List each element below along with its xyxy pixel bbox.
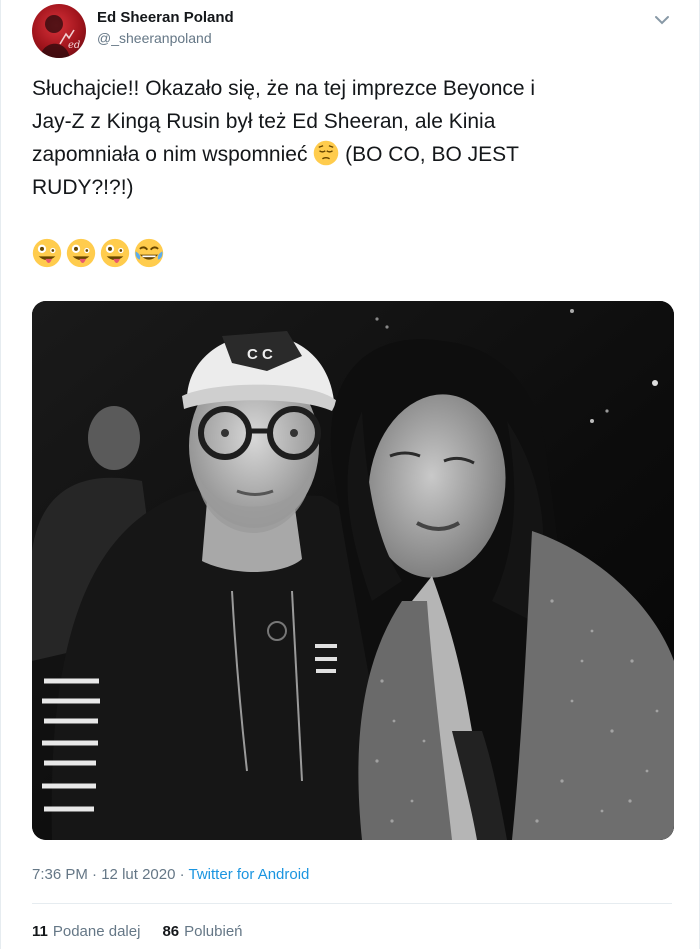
meta-separator: ·	[87, 866, 102, 883]
tweet-time[interactable]: 7:36 PM	[32, 866, 88, 883]
face-with-tears-of-joy-emoji	[134, 238, 164, 268]
tweet-text: Słuchajcie!! Okazało się, że na tej impr…	[32, 72, 672, 204]
tweet-card: ed Ed Sheeran Poland @_sheeranpoland Słu…	[0, 0, 700, 949]
zany-face-emoji	[66, 238, 96, 268]
tweet-header: ed Ed Sheeran Poland @_sheeranpoland	[32, 4, 672, 60]
pensive-face-emoji	[314, 140, 339, 166]
divider	[32, 903, 672, 904]
tweet-source-link[interactable]: Twitter for Android	[189, 866, 310, 883]
cap-logo-text: C C	[247, 346, 273, 363]
retweets-stat[interactable]: 11 Podane dalej	[32, 923, 140, 940]
likes-stat[interactable]: 86 Polubień	[162, 923, 242, 940]
chevron-down-icon[interactable]	[652, 10, 672, 30]
tweet-date[interactable]: 12 lut 2020	[101, 866, 175, 883]
tweet-meta: 7:36 PM · 12 lut 2020 · Twitter for Andr…	[32, 866, 309, 883]
retweets-count: 11	[32, 923, 48, 940]
svg-text:ed: ed	[68, 40, 80, 51]
avatar-image: ed	[40, 15, 80, 58]
photo-image: C C	[32, 301, 674, 840]
display-name[interactable]: Ed Sheeran Poland	[97, 9, 234, 26]
tweet-stats: 11 Podane dalej 86 Polubień	[32, 923, 243, 940]
emoji-row	[32, 238, 164, 270]
user-handle[interactable]: @_sheeranpoland	[97, 30, 234, 46]
likes-label: Polubień	[184, 923, 243, 940]
user-info: Ed Sheeran Poland @_sheeranpoland	[97, 9, 234, 46]
zany-face-emoji	[32, 238, 62, 268]
meta-separator: ·	[175, 866, 189, 883]
likes-count: 86	[162, 923, 180, 940]
tweet-photo[interactable]: C C	[32, 301, 674, 840]
zany-face-emoji	[100, 238, 130, 268]
avatar[interactable]: ed	[32, 4, 86, 58]
retweets-label: Podane dalej	[52, 923, 141, 940]
